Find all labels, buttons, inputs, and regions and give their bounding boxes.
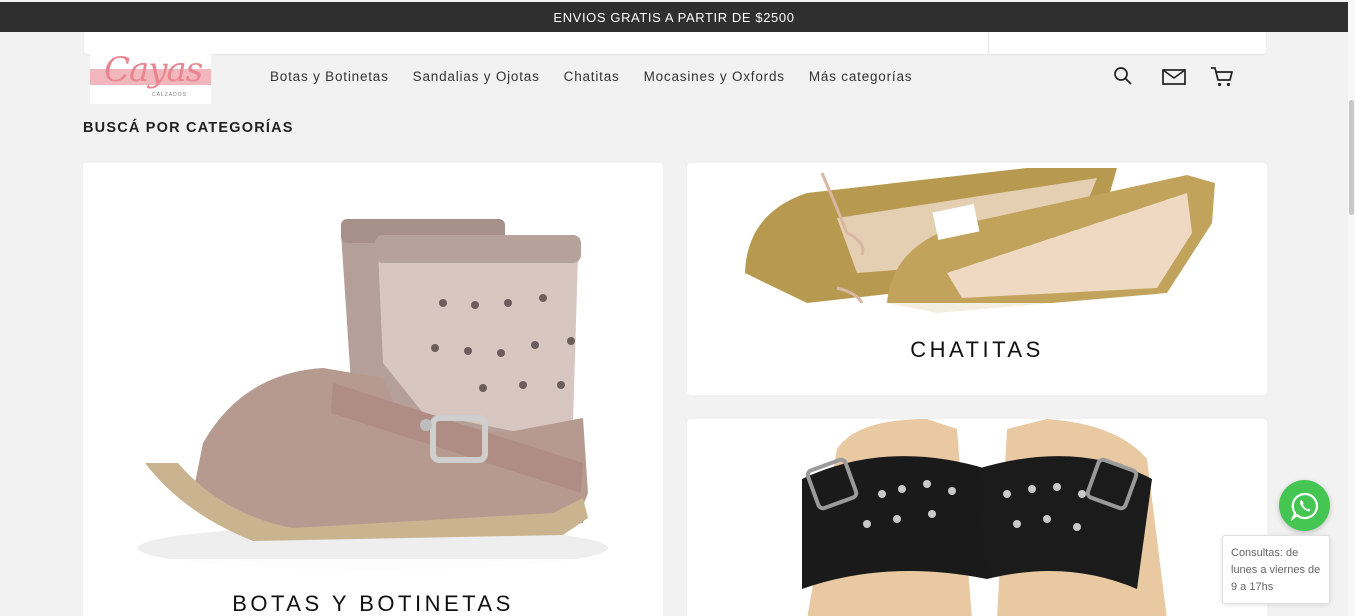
store-logo[interactable]: Cayas CALZADOS <box>90 48 211 104</box>
nav-item-mocasines[interactable]: Mocasines y Oxfords <box>644 69 785 84</box>
sandals-image <box>802 419 1167 616</box>
category-card-botas[interactable]: BOTAS Y BOTINETAS <box>83 163 663 616</box>
category-card-chatitas[interactable]: CHATITAS <box>687 163 1267 395</box>
category-label-chatitas: CHATITAS <box>910 337 1044 362</box>
section-title: BUSCÁ POR CATEGORÍAS <box>83 120 294 136</box>
scrollbar-thumb[interactable] <box>1349 100 1354 215</box>
header-strip <box>84 32 1266 54</box>
nav-item-botas[interactable]: Botas y Botinetas <box>270 69 389 84</box>
logo-wordmark: Cayas <box>104 50 203 90</box>
nav-item-sandalias[interactable]: Sandalias y Ojotas <box>413 69 540 84</box>
logo-subtitle: CALZADOS <box>152 92 187 98</box>
main-nav: Botas y Botinetas Sandalias y Ojotas Cha… <box>270 69 936 84</box>
whatsapp-icon <box>1290 492 1318 521</box>
search-icon[interactable] <box>1113 66 1133 86</box>
announcement-text: ENVIOS GRATIS A PARTIR DE $2500 <box>553 9 795 25</box>
envelope-icon[interactable] <box>1162 66 1186 86</box>
whatsapp-button[interactable] <box>1279 480 1330 531</box>
nav-item-more[interactable]: Más categorías <box>809 69 913 84</box>
announcement-bar: ENVIOS GRATIS A PARTIR DE $2500 <box>0 2 1348 32</box>
header-divider <box>988 32 989 54</box>
whatsapp-tooltip: Consultas: de lunes a viernes de 9 a 17h… <box>1222 535 1330 604</box>
cart-icon[interactable] <box>1210 66 1234 88</box>
scrollbar[interactable] <box>1348 0 1355 616</box>
nav-item-chatitas[interactable]: Chatitas <box>564 69 620 84</box>
category-card-sandalias[interactable] <box>687 419 1267 616</box>
boot-image <box>83 219 663 616</box>
category-label-botas: BOTAS Y BOTINETAS <box>232 591 514 616</box>
